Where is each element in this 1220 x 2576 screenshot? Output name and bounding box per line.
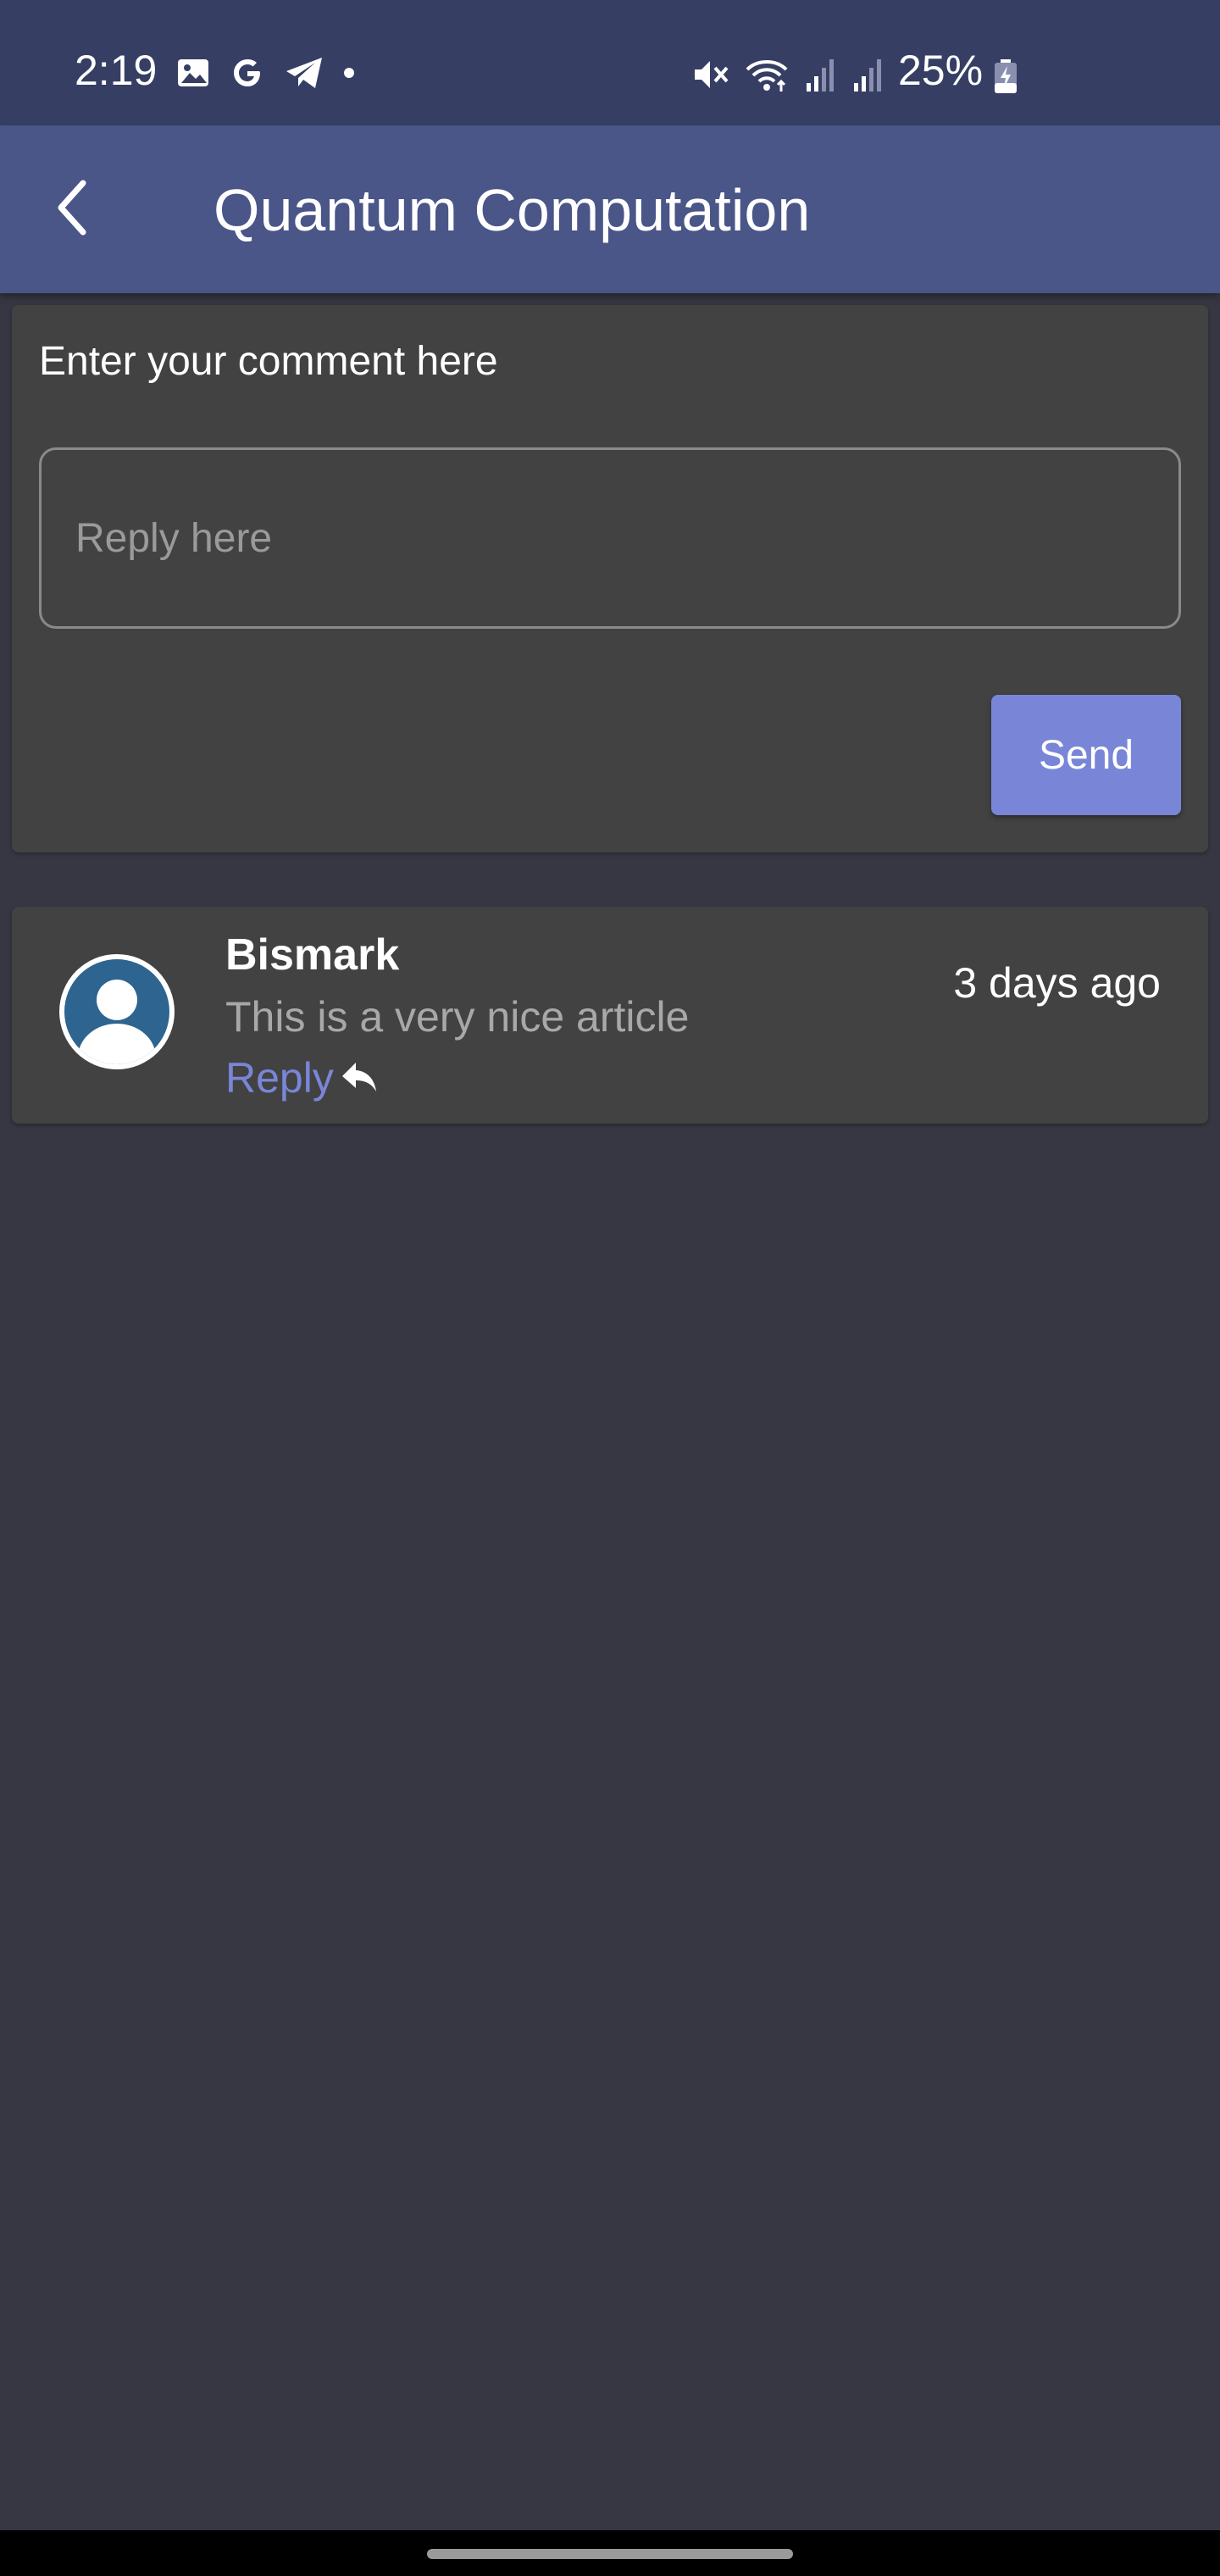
google-icon xyxy=(229,54,266,96)
comment-text: This is a very nice article xyxy=(225,993,690,1041)
navigation-bar xyxy=(0,2530,1220,2576)
comment-timestamp: 3 days ago xyxy=(953,959,1161,1007)
home-indicator[interactable] xyxy=(427,2549,793,2559)
dot-icon xyxy=(342,66,356,84)
signal-icon xyxy=(803,56,837,97)
reply-input[interactable] xyxy=(39,447,1181,629)
comment-list-item: Bismark 3 days ago This is a very nice a… xyxy=(12,907,1208,1124)
battery-percent: 25% xyxy=(898,47,984,94)
comments-screen: 2:19 25% Quantum Computation Enter your … xyxy=(0,0,1220,2576)
system-icons xyxy=(691,56,884,97)
status-time: 2:19 xyxy=(75,47,158,94)
app-bar: Quantum Computation xyxy=(0,125,1220,293)
comment-author: Bismark xyxy=(225,930,400,980)
mute-icon xyxy=(691,56,730,97)
chevron-left-icon xyxy=(51,178,93,242)
page-title: Quantum Computation xyxy=(214,177,811,243)
notification-icons xyxy=(176,54,356,96)
send-button[interactable]: Send xyxy=(991,695,1181,815)
telegram-icon xyxy=(285,56,324,94)
reply-arrow-icon xyxy=(341,1059,378,1097)
user-avatar-icon xyxy=(58,952,176,1071)
reply-label: Reply xyxy=(225,1054,334,1102)
back-button[interactable] xyxy=(34,171,110,247)
battery-charging-icon xyxy=(993,59,1018,99)
wifi-icon xyxy=(744,56,790,97)
comment-form: Enter your comment here Send xyxy=(12,305,1208,852)
reply-button[interactable]: Reply xyxy=(225,1052,378,1103)
signal-icon xyxy=(851,56,884,97)
status-bar: 2:19 25% xyxy=(0,0,1220,125)
comment-prompt-label: Enter your comment here xyxy=(39,339,498,384)
gallery-icon xyxy=(176,56,210,94)
